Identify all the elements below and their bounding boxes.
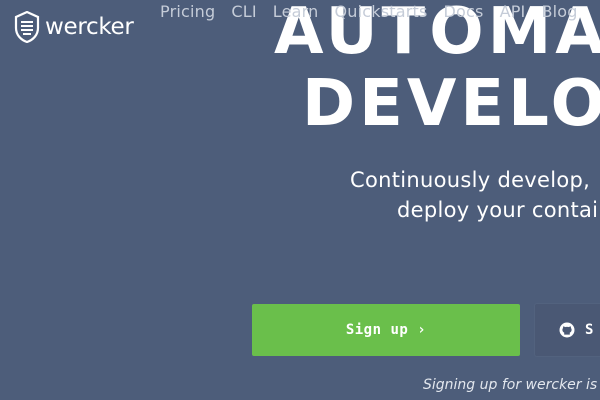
signup-button-label: Sign up › <box>345 322 427 338</box>
landing-page: wercker AUTOMATE Pricing CLI Learn Quick… <box>0 0 600 400</box>
nav-item-pricing[interactable]: Pricing <box>160 3 215 21</box>
hero-subheadline-line-1: Continuously develop, <box>350 168 591 192</box>
github-icon <box>559 322 575 338</box>
signup-footnote: Signing up for wercker is f <box>423 377 600 393</box>
hero-headline-line-2: DEVELOPM <box>302 67 600 141</box>
hero-subheadline-line-2: deploy your contai <box>397 198 599 222</box>
nav-item-quickstarts[interactable]: Quickstarts <box>334 3 427 21</box>
github-button-label: S <box>585 322 594 338</box>
nav-item-blog[interactable]: Blog <box>541 3 577 21</box>
wercker-shield-icon <box>14 11 40 43</box>
nav-item-api[interactable]: API <box>500 3 526 21</box>
signup-button[interactable]: Sign up › <box>252 304 520 356</box>
nav-item-learn[interactable]: Learn <box>273 3 319 21</box>
top-nav: Pricing CLI Learn Quickstarts Docs API B… <box>160 3 578 21</box>
nav-item-docs[interactable]: Docs <box>444 3 484 21</box>
brand-name: wercker <box>45 13 134 40</box>
nav-item-cli[interactable]: CLI <box>231 3 256 21</box>
wercker-logo[interactable]: wercker <box>14 11 134 43</box>
github-signup-button[interactable]: S <box>535 304 600 356</box>
